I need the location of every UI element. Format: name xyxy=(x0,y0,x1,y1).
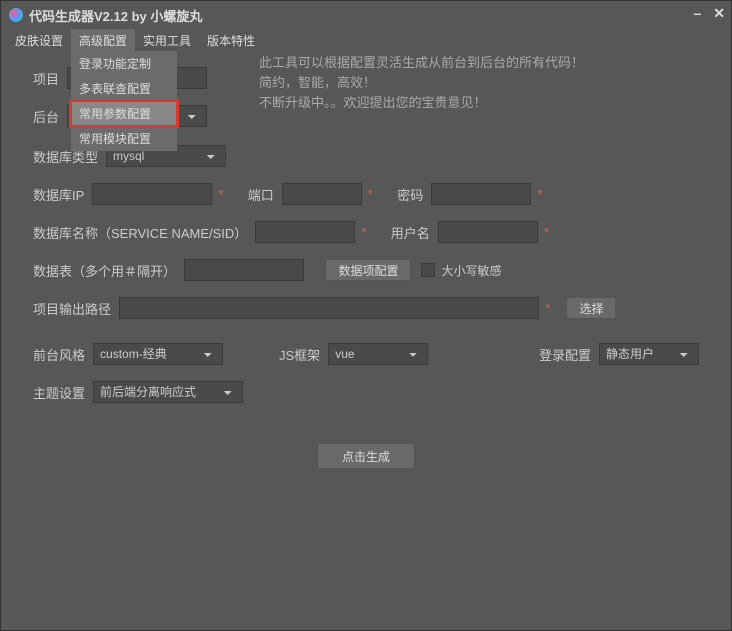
req-db-name: * xyxy=(361,224,366,240)
row-db-name: 数据库名称（SERVICE NAME/SID） * 用户名 * xyxy=(33,221,699,243)
req-password: * xyxy=(537,186,542,202)
intro-text: 此工具可以根据配置灵活生成从前台到后台的所有代码！ 简约，智能，高效！ 不断升级… xyxy=(259,53,584,113)
req-username: * xyxy=(544,224,549,240)
label-project: 项目 xyxy=(33,69,59,88)
label-output-path: 项目输出路径 xyxy=(33,299,111,318)
row-db-ip: 数据库IP * 端口 * 密码 * xyxy=(33,183,699,205)
row-output-path: 项目输出路径 * 选择 xyxy=(33,297,699,319)
dropdown-login-custom[interactable]: 登录功能定制 xyxy=(71,51,177,76)
tab-bar: 皮肤设置 高级配置 实用工具 版本特性 xyxy=(1,29,731,51)
case-sensitive-checkbox[interactable] xyxy=(421,263,435,277)
label-js-framework: JS框架 xyxy=(279,345,320,364)
row-generate: 点击生成 xyxy=(33,443,699,469)
frontend-style-select[interactable]: custom-经典 xyxy=(93,343,223,365)
label-db-name: 数据库名称（SERVICE NAME/SID） xyxy=(33,223,247,242)
label-port: 端口 xyxy=(248,185,274,204)
req-output-path: * xyxy=(545,300,550,316)
label-password: 密码 xyxy=(397,185,423,204)
tab-skin[interactable]: 皮肤设置 xyxy=(7,29,71,51)
login-config-select[interactable]: 静态用户 xyxy=(599,343,699,365)
dropdown-common-params[interactable]: 常用参数配置 xyxy=(71,101,177,126)
label-tables: 数据表（多个用＃隔开） xyxy=(33,261,176,280)
intro-line3: 不断升级中。。欢迎提出您的宝贵意见！ xyxy=(259,93,584,113)
dropdown-common-modules[interactable]: 常用模块配置 xyxy=(71,126,177,151)
port-input[interactable] xyxy=(282,183,362,205)
tables-input[interactable] xyxy=(184,259,304,281)
window-title: 代码生成器V2.12 by 小螺旋丸 xyxy=(29,6,202,25)
username-input[interactable] xyxy=(438,221,538,243)
password-input[interactable] xyxy=(431,183,531,205)
title-bar: 代码生成器V2.12 by 小螺旋丸 – ✕ xyxy=(1,1,731,29)
advanced-dropdown: 登录功能定制 多表联查配置 常用参数配置 常用模块配置 xyxy=(71,51,177,151)
label-backend: 后台 xyxy=(33,107,59,126)
case-sensitive-wrap[interactable]: 大小写敏感 xyxy=(421,262,501,279)
tab-advanced[interactable]: 高级配置 xyxy=(71,29,135,51)
row-frontend: 前台风格 custom-经典 JS框架 vue 登录配置 静态用户 xyxy=(33,343,699,365)
label-frontend-style: 前台风格 xyxy=(33,345,85,364)
db-name-input[interactable] xyxy=(255,221,355,243)
close-button[interactable]: ✕ xyxy=(713,5,725,22)
label-username: 用户名 xyxy=(391,223,430,242)
select-path-button[interactable]: 选择 xyxy=(566,297,616,319)
db-ip-input[interactable] xyxy=(92,183,212,205)
theme-select[interactable]: 前后端分离响应式 xyxy=(93,381,243,403)
minimize-button[interactable]: – xyxy=(693,5,701,22)
req-db-ip: * xyxy=(218,186,223,202)
intro-line2: 简约，智能，高效！ xyxy=(259,73,584,93)
tab-tools[interactable]: 实用工具 xyxy=(135,29,199,51)
label-login-config: 登录配置 xyxy=(539,345,591,364)
js-framework-select[interactable]: vue xyxy=(328,343,428,365)
row-theme: 主题设置 前后端分离响应式 xyxy=(33,381,699,403)
intro-line1: 此工具可以根据配置灵活生成从前台到后台的所有代码！ xyxy=(259,53,584,73)
output-path-input[interactable] xyxy=(119,297,539,319)
label-db-ip: 数据库IP xyxy=(33,185,84,204)
dropdown-multi-table[interactable]: 多表联查配置 xyxy=(71,76,177,101)
case-sensitive-label: 大小写敏感 xyxy=(441,262,501,279)
row-tables: 数据表（多个用＃隔开） * 数据项配置 大小写敏感 xyxy=(33,259,699,281)
req-port: * xyxy=(368,186,373,202)
columns-config-button[interactable]: 数据项配置 xyxy=(325,259,411,281)
generate-button[interactable]: 点击生成 xyxy=(317,443,415,469)
app-window: 代码生成器V2.12 by 小螺旋丸 – ✕ 皮肤设置 高级配置 实用工具 版本… xyxy=(0,0,732,631)
app-icon xyxy=(9,8,23,22)
label-theme: 主题设置 xyxy=(33,383,85,402)
tab-version[interactable]: 版本特性 xyxy=(199,29,263,51)
window-controls: – ✕ xyxy=(693,5,725,22)
